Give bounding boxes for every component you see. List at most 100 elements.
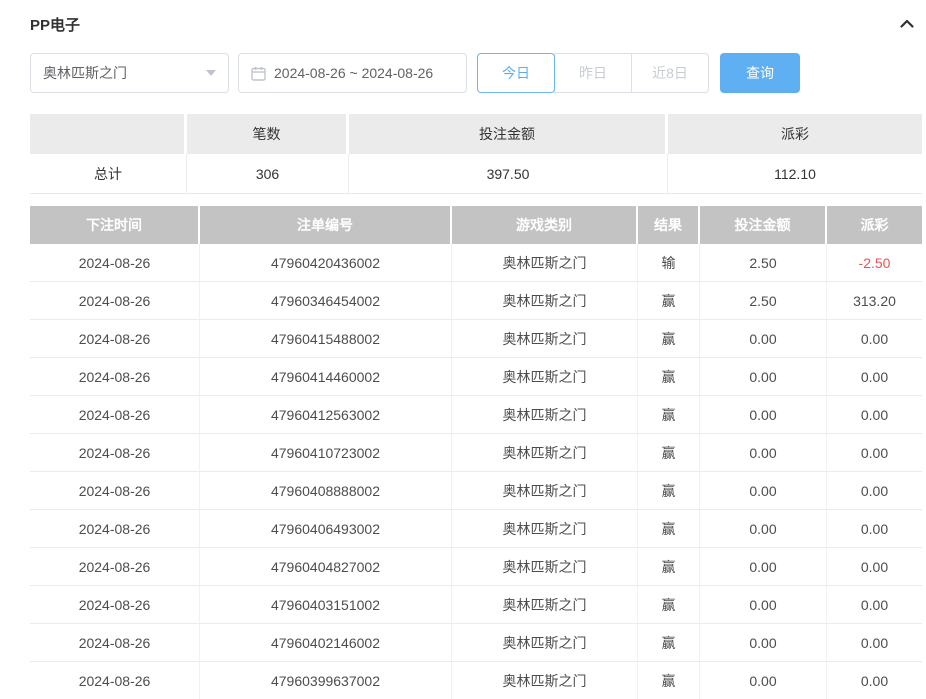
bet-amount-cell: 2.50 (700, 282, 827, 320)
summary-count-value: 306 (187, 154, 349, 194)
header-result: 结果 (638, 206, 700, 244)
summary-header-payout: 派彩 (668, 114, 922, 154)
game-type-cell: 奥林匹斯之门 (452, 396, 638, 434)
result-cell: 赢 (638, 282, 700, 320)
payout-cell: 0.00 (827, 548, 922, 586)
payout-cell: 0.00 (827, 396, 922, 434)
game-select-value: 奥林匹斯之门 (43, 63, 127, 83)
summary-header-empty (30, 114, 187, 154)
quick-date-button-yesterday[interactable]: 昨日 (554, 53, 632, 93)
payout-cell: 0.00 (827, 434, 922, 472)
table-row: 2024-08-2647960346454002奥林匹斯之门赢2.50313.2… (30, 282, 922, 320)
order-number-cell: 47960415488002 (200, 320, 452, 358)
bet-amount-cell: 0.00 (700, 548, 827, 586)
order-number-cell: 47960412563002 (200, 396, 452, 434)
order-number-cell: 47960406493002 (200, 510, 452, 548)
bet-table-body: 2024-08-2647960420436002奥林匹斯之门输2.50-2.50… (30, 244, 922, 699)
bet-time-cell: 2024-08-26 (30, 510, 200, 548)
order-number-cell: 47960420436002 (200, 244, 452, 282)
table-row: 2024-08-2647960408888002奥林匹斯之门赢0.000.00 (30, 472, 922, 510)
payout-cell: 313.20 (827, 282, 922, 320)
table-row: 2024-08-2647960402146002奥林匹斯之门赢0.000.00 (30, 624, 922, 662)
table-row: 2024-08-2647960410723002奥林匹斯之门赢0.000.00 (30, 434, 922, 472)
header-bet-amount: 投注金额 (700, 206, 827, 244)
summary-header-bet-amount: 投注金额 (349, 114, 668, 154)
payout-cell: 0.00 (827, 624, 922, 662)
result-cell: 赢 (638, 662, 700, 699)
payout-cell: 0.00 (827, 320, 922, 358)
summary-table: 笔数 投注金额 派彩 总计 306 397.50 112.10 (30, 114, 922, 194)
header-payout: 派彩 (827, 206, 922, 244)
payout-cell: 0.00 (827, 586, 922, 624)
payout-cell: 0.00 (827, 510, 922, 548)
result-cell: 输 (638, 244, 700, 282)
chevron-down-icon (206, 70, 216, 76)
calendar-icon (251, 66, 266, 81)
payout-cell: 0.00 (827, 472, 922, 510)
header-bet-time: 下注时间 (30, 206, 200, 244)
order-number-cell: 47960410723002 (200, 434, 452, 472)
order-number-cell: 47960399637002 (200, 662, 452, 699)
result-cell: 赢 (638, 586, 700, 624)
collapse-button[interactable] (898, 15, 916, 33)
game-select[interactable]: 奥林匹斯之门 (30, 53, 229, 93)
payout-cell: 0.00 (827, 358, 922, 396)
game-type-cell: 奥林匹斯之门 (452, 434, 638, 472)
game-type-cell: 奥林匹斯之门 (452, 320, 638, 358)
filter-bar: 奥林匹斯之门 2024-08-26 ~ 2024-08-26 今日昨日近8日 查… (30, 53, 922, 93)
bet-amount-cell: 0.00 (700, 510, 827, 548)
table-row: 2024-08-2647960420436002奥林匹斯之门输2.50-2.50 (30, 244, 922, 282)
bet-time-cell: 2024-08-26 (30, 548, 200, 586)
summary-header-count: 笔数 (187, 114, 349, 154)
summary-bet-amount-value: 397.50 (349, 154, 668, 194)
bet-time-cell: 2024-08-26 (30, 624, 200, 662)
header-game-type: 游戏类别 (452, 206, 638, 244)
summary-header-row: 笔数 投注金额 派彩 (30, 114, 922, 154)
game-type-cell: 奥林匹斯之门 (452, 586, 638, 624)
bet-table-header-row: 下注时间 注单编号 游戏类别 结果 投注金额 派彩 (30, 206, 922, 244)
result-cell: 赢 (638, 624, 700, 662)
bet-time-cell: 2024-08-26 (30, 472, 200, 510)
order-number-cell: 47960404827002 (200, 548, 452, 586)
bet-amount-cell: 0.00 (700, 320, 827, 358)
quick-date-button-today[interactable]: 今日 (477, 53, 555, 93)
table-row: 2024-08-2647960399637002奥林匹斯之门赢0.000.00 (30, 662, 922, 699)
bet-time-cell: 2024-08-26 (30, 358, 200, 396)
order-number-cell: 47960408888002 (200, 472, 452, 510)
order-number-cell: 47960403151002 (200, 586, 452, 624)
bet-amount-cell: 0.00 (700, 396, 827, 434)
result-cell: 赢 (638, 434, 700, 472)
table-row: 2024-08-2647960414460002奥林匹斯之门赢0.000.00 (30, 358, 922, 396)
payout-cell: -2.50 (827, 244, 922, 282)
bet-time-cell: 2024-08-26 (30, 396, 200, 434)
bet-amount-cell: 0.00 (700, 624, 827, 662)
table-row: 2024-08-2647960415488002奥林匹斯之门赢0.000.00 (30, 320, 922, 358)
panel-header: PP电子 (30, 12, 916, 36)
date-range-value: 2024-08-26 ~ 2024-08-26 (274, 65, 433, 81)
game-type-cell: 奥林匹斯之门 (452, 510, 638, 548)
search-button[interactable]: 查询 (720, 53, 800, 93)
order-number-cell: 47960346454002 (200, 282, 452, 320)
bet-amount-cell: 0.00 (700, 358, 827, 396)
bet-time-cell: 2024-08-26 (30, 662, 200, 699)
result-cell: 赢 (638, 396, 700, 434)
quick-date-button-last8days[interactable]: 近8日 (631, 53, 709, 93)
game-type-cell: 奥林匹斯之门 (452, 662, 638, 699)
bet-amount-cell: 0.00 (700, 472, 827, 510)
game-type-cell: 奥林匹斯之门 (452, 358, 638, 396)
game-type-cell: 奥林匹斯之门 (452, 282, 638, 320)
header-order-number: 注单编号 (200, 206, 452, 244)
game-type-cell: 奥林匹斯之门 (452, 472, 638, 510)
result-cell: 赢 (638, 358, 700, 396)
bet-time-cell: 2024-08-26 (30, 434, 200, 472)
pp-electronic-panel: PP电子 奥林匹斯之门 2024-08-26 ~ 2024-08-26 今日昨日… (0, 0, 922, 699)
bet-records-table: 下注时间 注单编号 游戏类别 结果 投注金额 派彩 2024-08-264796… (30, 206, 922, 699)
table-row: 2024-08-2647960406493002奥林匹斯之门赢0.000.00 (30, 510, 922, 548)
bet-time-cell: 2024-08-26 (30, 282, 200, 320)
bet-time-cell: 2024-08-26 (30, 586, 200, 624)
date-range-input[interactable]: 2024-08-26 ~ 2024-08-26 (238, 53, 467, 93)
result-cell: 赢 (638, 548, 700, 586)
quick-date-buttons: 今日昨日近8日 (477, 53, 709, 93)
bet-time-cell: 2024-08-26 (30, 244, 200, 282)
panel-title: PP电子 (30, 14, 80, 35)
